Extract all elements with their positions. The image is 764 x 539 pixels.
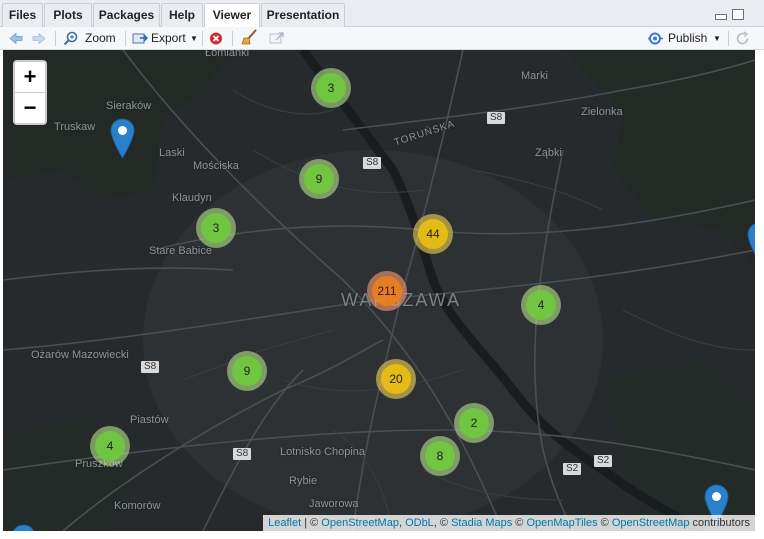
map-pin-icon[interactable] [110, 118, 135, 159]
road-shield: S8 [363, 157, 382, 169]
map-label-klaudyn: Klaudyn [172, 192, 212, 204]
tab-plots[interactable]: Plots [44, 3, 92, 27]
map-label-truskaw: Truskaw [54, 121, 96, 133]
chevron-down-icon: ▼ [190, 34, 198, 43]
marker-cluster[interactable]: 3 [196, 208, 236, 248]
minimize-pane-icon[interactable] [715, 14, 727, 20]
attrib-text: © [512, 517, 527, 529]
marker-cluster[interactable]: 4 [90, 426, 130, 466]
map-pin-icon[interactable] [747, 222, 755, 263]
cluster-count: 3 [201, 213, 231, 243]
map-label-zabki: Ząbki [535, 147, 562, 159]
map-label-rybie: Rybie [289, 475, 318, 487]
road-shield: S8 [487, 112, 506, 124]
map-pin-icon[interactable] [11, 524, 36, 531]
zoom-in-button[interactable]: + [15, 62, 45, 93]
map-label-sierakow: Sieraków [106, 100, 152, 112]
attrib-text: contributors [689, 517, 750, 529]
openstreetmap-link[interactable]: OpenStreetMap [321, 517, 399, 529]
cluster-count: 9 [232, 356, 262, 386]
publish-label: Publish [668, 31, 708, 45]
odbl-link[interactable]: ODbL [405, 517, 434, 529]
attrib-text: , © [433, 517, 452, 529]
zoom-out-button[interactable]: − [15, 93, 45, 123]
cluster-count: 211 [372, 276, 402, 306]
openstreetmap-link[interactable]: OpenStreetMap [612, 517, 690, 529]
cluster-count: 4 [526, 290, 556, 320]
cluster-count: 3 [316, 73, 346, 103]
open-in-browser-icon[interactable] [269, 30, 285, 47]
cluster-count: 44 [418, 219, 448, 249]
export-icon [132, 33, 148, 44]
cluster-count: 20 [381, 364, 411, 394]
map-label-zielonka: Zielonka [581, 106, 623, 118]
viewer-toolbar: Zoom Export ▼ Publish ▼ [0, 27, 764, 50]
publish-icon [648, 32, 663, 45]
cluster-count: 8 [425, 441, 455, 471]
map-label-lotnisko-chopina: Lotnisko Chopina [280, 446, 366, 458]
zoom-button[interactable]: Zoom [63, 30, 119, 47]
marker-cluster[interactable]: 9 [227, 351, 267, 391]
marker-cluster[interactable]: 20 [376, 359, 416, 399]
map-label-piastow: Piastów [130, 414, 169, 426]
tab-packages[interactable]: Packages [93, 3, 160, 27]
toolbar-divider [232, 31, 233, 46]
road-shield: S2 [563, 463, 582, 475]
marker-cluster[interactable]: 211 [367, 271, 407, 311]
toolbar-divider [55, 31, 56, 46]
map-attribution: Leaflet | © OpenStreetMap, ODbL, © Stadi… [263, 515, 755, 531]
map-label-ozarow: Ożarów Mazowiecki [31, 349, 129, 361]
map-label-laski: Laski [159, 147, 185, 159]
openmaptiles-link[interactable]: OpenMapTiles [526, 517, 597, 529]
leaflet-link[interactable]: Leaflet [268, 517, 301, 529]
maximize-pane-icon[interactable] [732, 9, 744, 20]
cluster-count: 2 [459, 408, 489, 438]
clear-broom-icon[interactable] [241, 29, 258, 46]
stadia-maps-link[interactable]: Stadia Maps [451, 517, 512, 529]
cluster-count: 9 [304, 164, 334, 194]
road-shield: S8 [233, 448, 252, 460]
export-menu-button[interactable]: Export ▼ [132, 30, 200, 47]
tab-viewer[interactable]: Viewer [204, 3, 260, 28]
zoom-label: Zoom [85, 31, 116, 45]
attrib-text: © [597, 517, 612, 529]
map-label-jaworowa: Jaworowa [309, 498, 359, 510]
marker-cluster[interactable]: 3 [311, 68, 351, 108]
marker-cluster[interactable]: 9 [299, 159, 339, 199]
map-label-komorow: Komorów [114, 500, 161, 512]
tab-help[interactable]: Help [161, 3, 203, 27]
marker-cluster[interactable]: 8 [420, 436, 460, 476]
refresh-icon[interactable] [735, 30, 750, 47]
tab-files[interactable]: Files [2, 3, 43, 27]
map-label-mosciska: Mościska [193, 160, 239, 172]
map-label-stare-babice: Stare Babice [149, 245, 212, 257]
leaflet-map[interactable]: Łomianki Marki Zielonka Sieraków Truskaw… [3, 50, 755, 531]
toolbar-divider [202, 31, 203, 46]
map-label-marki: Marki [521, 70, 548, 82]
publish-menu-button[interactable]: Publish ▼ [647, 30, 725, 47]
zoom-control: + − [13, 60, 47, 125]
zoom-magnifier-icon [63, 31, 78, 46]
pane-tab-bar: Files Plots Packages Help Viewer Present… [0, 0, 764, 28]
close-viewer-icon[interactable] [209, 30, 223, 47]
road-shield: S2 [594, 455, 613, 467]
cluster-count: 4 [95, 431, 125, 461]
attrib-text: | © [301, 517, 322, 529]
toolbar-divider [125, 31, 126, 46]
map-label-lomianki: Łomianki [205, 50, 250, 59]
road-shield: S8 [141, 361, 160, 373]
marker-cluster[interactable]: 4 [521, 285, 561, 325]
marker-cluster[interactable]: 2 [454, 403, 494, 443]
chevron-down-icon: ▼ [713, 34, 721, 43]
tab-presentation[interactable]: Presentation [261, 3, 345, 27]
forward-arrow-icon[interactable] [31, 30, 47, 47]
back-arrow-icon[interactable] [8, 30, 24, 47]
toolbar-divider [728, 31, 729, 46]
marker-cluster[interactable]: 44 [413, 214, 453, 254]
export-label: Export [151, 31, 186, 45]
